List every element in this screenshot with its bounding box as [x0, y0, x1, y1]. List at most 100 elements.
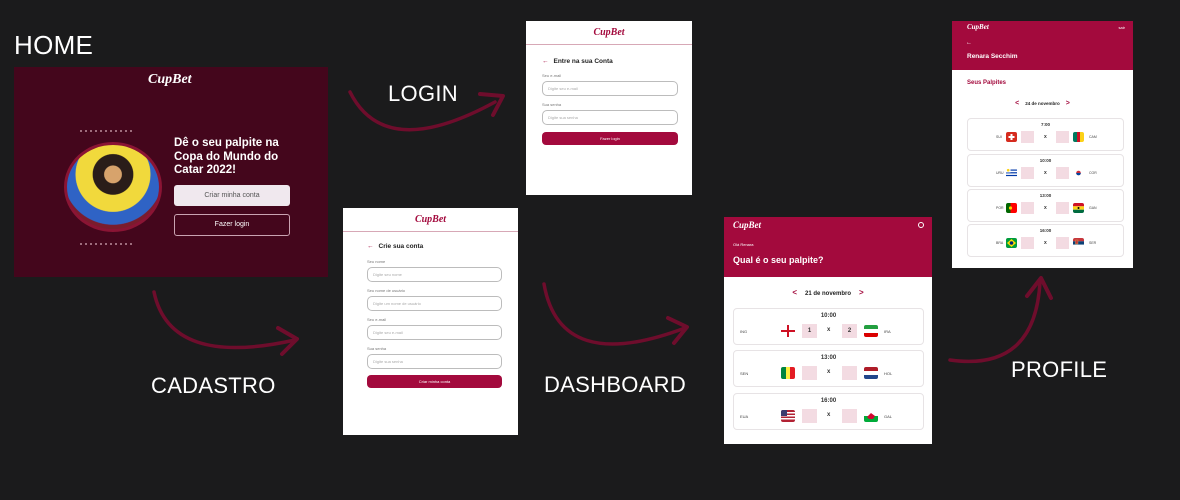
match-card: 10:00 URU x COR	[967, 154, 1124, 187]
signup-screen: CupBet ← Crie sua conta Seu nome Digite s…	[343, 208, 518, 435]
back-arrow-icon[interactable]: ←	[966, 40, 972, 46]
dashboard-header: CupBet Olá Renara Qual é o seu palpite?	[724, 217, 932, 277]
login-screen: CupBet ← Entre na sua Conta Seu e-mail Di…	[526, 21, 692, 195]
match-card: 13:00 POR x GAN	[967, 189, 1124, 222]
profile-screen: CupBet sair ← Renara Secchim Seus Palpit…	[952, 21, 1133, 268]
password-label: Sua senha	[367, 346, 387, 351]
flow-arrow-cadastro-dashboard	[542, 282, 689, 346]
england-flag-icon	[781, 325, 795, 337]
password-field[interactable]: Digite sua senha	[542, 110, 678, 125]
email-label: Seu e-mail	[367, 317, 387, 322]
score-input[interactable]	[802, 366, 817, 380]
versus-mark: x	[1044, 240, 1047, 246]
username-label: Seu nome de usuário	[367, 288, 406, 293]
match-card: 10:00 ING 1 x 2 IRA	[733, 308, 924, 345]
team-code: BRA	[996, 241, 1004, 245]
team-code: ING	[740, 329, 748, 334]
hero-photo	[64, 142, 162, 232]
password-field[interactable]: Digite sua senha	[367, 354, 502, 369]
wales-flag-icon	[864, 410, 878, 422]
match-time: 13:00	[820, 355, 837, 361]
iran-flag-icon	[864, 325, 878, 337]
chevron-left-icon[interactable]: <	[1009, 100, 1025, 107]
greeting: Olá Renara	[733, 242, 754, 247]
login-button[interactable]: Fazer login	[174, 214, 290, 236]
portugal-flag-icon	[1006, 203, 1017, 213]
team-code: GAN	[1089, 206, 1097, 210]
score-input[interactable]	[1056, 237, 1069, 249]
score-input[interactable]	[842, 409, 857, 423]
label-dashboard: DASHBOARD	[544, 372, 687, 397]
flow-arrow-home-cadastro	[152, 290, 299, 356]
chevron-right-icon[interactable]: >	[1060, 100, 1076, 107]
chevron-left-icon[interactable]: <	[784, 288, 805, 297]
profile-header: CupBet sair ← Renara Secchim	[952, 21, 1133, 70]
signup-submit-button[interactable]: Criar minha conta	[367, 375, 502, 388]
team-code: CAM	[1089, 135, 1097, 139]
usa-flag-icon	[781, 410, 795, 422]
score-input[interactable]	[1021, 167, 1034, 179]
score-input[interactable]	[802, 409, 817, 423]
versus-mark: x	[827, 327, 831, 333]
versus-mark: x	[1044, 205, 1047, 211]
team-code: EUA	[740, 414, 749, 419]
score-input[interactable]: 2	[842, 324, 857, 338]
section-title: Seus Palpites	[967, 80, 1007, 86]
brand-logo: CupBet	[593, 27, 625, 38]
flow-arrow-dashboard-profile	[948, 276, 1053, 364]
password-label: Sua senha	[542, 102, 562, 107]
user-icon[interactable]	[918, 222, 924, 228]
flow-arrow-home-login	[348, 90, 505, 132]
match-time: 10:00	[820, 313, 837, 319]
email-field[interactable]: Digite seu e-mail	[542, 81, 678, 96]
match-card: 7:00 SUI x CAM	[967, 118, 1124, 151]
create-account-button[interactable]: Criar minha conta	[174, 185, 290, 206]
team-code: IRA	[884, 329, 891, 334]
login-title: Entre na sua Conta	[553, 58, 613, 65]
chevron-right-icon[interactable]: >	[851, 288, 872, 297]
date-navigator: <21 de novembro >	[724, 288, 932, 297]
match-time: 10:00	[1039, 158, 1052, 163]
brazil-flag-icon	[1006, 238, 1017, 248]
score-input[interactable]	[842, 366, 857, 380]
dashboard-screen: CupBet Olá Renara Qual é o seu palpite? …	[724, 217, 932, 444]
back-arrow-icon[interactable]: ←	[367, 243, 374, 250]
score-input[interactable]	[1056, 131, 1069, 143]
back-arrow-icon[interactable]: ←	[542, 58, 549, 65]
name-field[interactable]: Digite seu nome	[367, 267, 502, 282]
email-label: Seu e-mail	[542, 73, 562, 78]
match-time: 13:00	[1039, 193, 1052, 198]
team-code: GAL	[884, 414, 893, 419]
label-cadastro: CADASTRO	[151, 373, 276, 398]
date-label: 24 de novembro	[1025, 101, 1060, 106]
team-code: SER	[1089, 241, 1097, 245]
signup-title: Crie sua conta	[378, 243, 424, 250]
match-card: 13:00 SEN x HOL	[733, 350, 924, 387]
header: CupBet	[343, 208, 518, 232]
email-field[interactable]: Digite seu e-mail	[367, 325, 502, 340]
versus-mark: x	[827, 369, 831, 375]
serbia-flag-icon	[1073, 238, 1084, 248]
header: CupBet	[526, 21, 692, 45]
team-code: COR	[1089, 171, 1097, 175]
switzerland-flag-icon	[1006, 132, 1017, 142]
versus-mark: x	[1044, 134, 1047, 140]
score-input[interactable]	[1021, 237, 1034, 249]
score-input[interactable]	[1021, 202, 1034, 214]
korea-flag-icon	[1073, 168, 1084, 178]
match-time: 7:00	[1040, 122, 1050, 127]
senegal-flag-icon	[781, 367, 795, 379]
login-submit-button[interactable]: Fazer login	[542, 132, 678, 145]
brand-logo: CupBet	[414, 214, 447, 225]
home-headline: Dê o seu palpite na Copa do Mundo do Cat…	[174, 137, 279, 176]
score-input[interactable]: 1	[802, 324, 817, 338]
netherlands-flag-icon	[864, 367, 878, 379]
score-input[interactable]	[1056, 167, 1069, 179]
page-title: Qual é o seu palpite?	[733, 255, 824, 265]
team-code: URU	[996, 171, 1004, 175]
logout-link[interactable]: sair	[1119, 25, 1125, 30]
username-field[interactable]: Digite um nome de usuário	[367, 296, 502, 311]
team-code: SUI	[996, 135, 1002, 139]
score-input[interactable]	[1056, 202, 1069, 214]
score-input[interactable]	[1021, 131, 1034, 143]
